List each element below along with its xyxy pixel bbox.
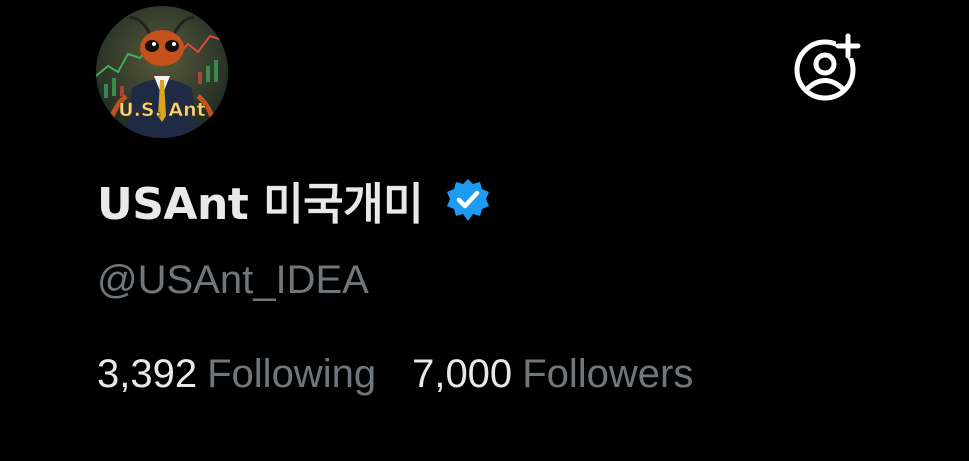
profile-avatar[interactable]: U.S. Ant — [96, 6, 228, 138]
profile-stats: 3,392 Following 7,000 Followers — [97, 352, 729, 397]
following-label: Following — [207, 352, 377, 396]
followers-link[interactable]: 7,000 Followers — [412, 352, 693, 397]
profile-name-row: USAnt 미국개미 — [97, 168, 491, 232]
profile-handle: @USAnt_IDEA — [97, 258, 369, 302]
following-link[interactable]: 3,392 Following — [97, 352, 376, 397]
followers-count: 7,000 — [412, 352, 513, 396]
following-count: 3,392 — [97, 352, 198, 396]
verified-badge-icon[interactable] — [445, 177, 491, 223]
add-person-icon — [794, 33, 861, 101]
follow-button[interactable] — [790, 30, 862, 102]
followers-label: Followers — [522, 352, 694, 396]
avatar-text: U.S. Ant — [118, 99, 205, 121]
display-name: USAnt 미국개미 — [97, 179, 424, 230]
